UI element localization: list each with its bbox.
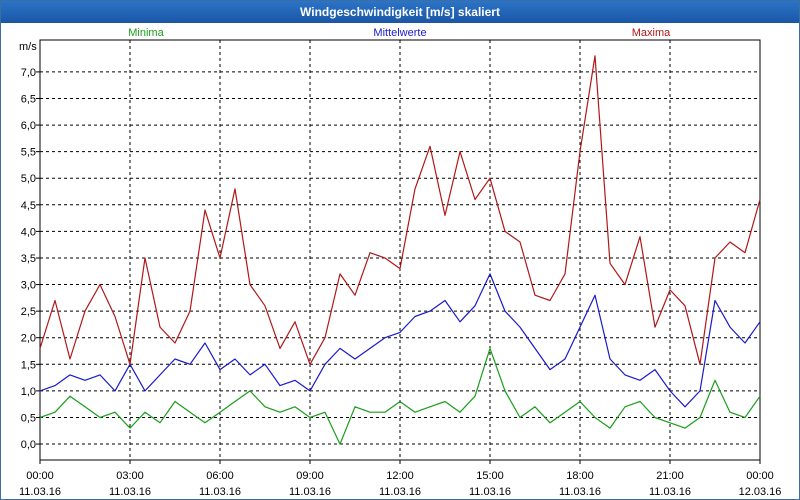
legend-entry-maxima: Maxima bbox=[632, 27, 671, 39]
x-tick-time-label: 03:00 bbox=[116, 470, 144, 482]
x-tick-date-label: 11.03.16 bbox=[109, 486, 151, 498]
y-axis: 0,0 0,5 1,0 1,5 2,0 2,5 3,0 3,5 4,0 4,5 5,0 5,5 6,0 6… bbox=[21, 67, 40, 451]
y-tick-label: 2,5 bbox=[21, 306, 36, 318]
x-tick-time-label: 18:00 bbox=[566, 470, 594, 482]
x-axis: 00:00 11.03.16 03:00 11.03.16 06:00 11.03.16 0… bbox=[19, 460, 781, 498]
x-tick-date-label: 11.03.16 bbox=[469, 486, 511, 498]
x-tick-date-label: 11.03.16 bbox=[199, 486, 241, 498]
x-tick-time-label: 21:00 bbox=[656, 470, 684, 482]
y-tick-label: 3,0 bbox=[21, 280, 36, 292]
legend: Minima Mittelwerte Maxima bbox=[128, 27, 671, 39]
x-tick-time-label: 06:00 bbox=[206, 470, 234, 482]
x-tick-date-label: 12.03.16 bbox=[739, 486, 782, 498]
x-tick-date-label: 11.03.16 bbox=[379, 486, 421, 498]
legend-entry-minima: Minima bbox=[128, 27, 164, 39]
y-tick-label: 1,0 bbox=[21, 386, 36, 398]
x-tick-time-label: 15:00 bbox=[476, 470, 504, 482]
x-tick-time-label: 00:00 bbox=[746, 470, 774, 482]
wind-speed-chart: 0,0 0,5 1,0 1,5 2,0 2,5 3,0 3,5 4,0 4,5 5,0 5,5 6,0 6… bbox=[19, 27, 781, 498]
y-tick-label: 6,0 bbox=[21, 120, 36, 132]
x-tick-date-label: 11.03.16 bbox=[649, 486, 691, 498]
y-tick-label: 4,0 bbox=[21, 226, 36, 238]
y-tick-label: 2,0 bbox=[21, 333, 36, 345]
y-tick-label: 5,0 bbox=[21, 173, 36, 185]
y-tick-label: 0,5 bbox=[21, 412, 36, 424]
y-tick-label: 7,0 bbox=[21, 67, 36, 79]
x-tick-date-label: 11.03.16 bbox=[19, 486, 61, 498]
y-tick-label: 6,5 bbox=[21, 93, 36, 105]
x-tick-time-label: 12:00 bbox=[386, 470, 414, 482]
y-tick-label: 0,0 bbox=[21, 439, 36, 451]
x-tick-date-label: 11.03.16 bbox=[559, 486, 601, 498]
x-tick-date-label: 11.03.16 bbox=[289, 486, 331, 498]
y-tick-label: 4,5 bbox=[21, 200, 36, 212]
y-tick-label: 3,5 bbox=[21, 253, 36, 265]
y-tick-label: 1,5 bbox=[21, 359, 36, 371]
y-axis-label: m/s bbox=[19, 41, 37, 53]
legend-entry-mittelwerte: Mittelwerte bbox=[373, 27, 426, 39]
x-tick-time-label: 09:00 bbox=[296, 470, 324, 482]
y-tick-label: 5,5 bbox=[21, 147, 36, 159]
x-tick-time-label: 00:00 bbox=[26, 470, 54, 482]
